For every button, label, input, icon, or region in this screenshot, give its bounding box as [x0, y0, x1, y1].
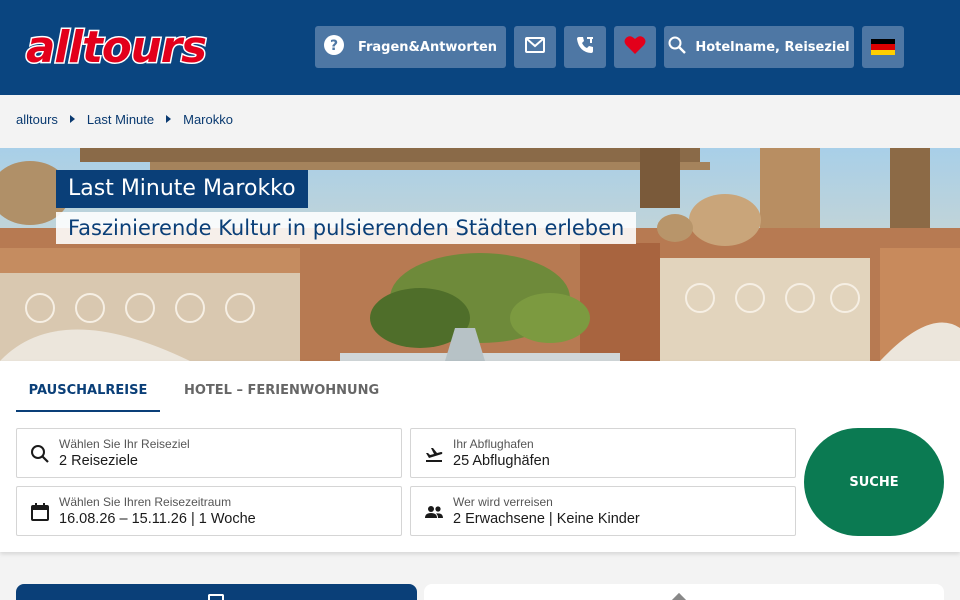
travellers-field[interactable]: Wer wird verreisen 2 Erwachsene | Keine … — [410, 486, 796, 536]
language-button[interactable] — [862, 26, 904, 68]
hotel-search-button[interactable]: Hotelname, Reiseziel — [664, 26, 854, 68]
hero-title: Last Minute Marokko — [56, 170, 308, 208]
phone-icon — [575, 35, 595, 59]
search-panel: PAUSCHALREISE HOTEL – FERIENWOHNUNG Wähl… — [0, 361, 960, 552]
search-icon — [668, 36, 687, 58]
destination-value: 2 Reiseziele — [59, 453, 138, 469]
svg-text:?: ? — [330, 38, 338, 54]
hero-image: Last Minute Marokko Faszinierende Kultur… — [0, 148, 960, 361]
suche-button[interactable]: SUCHE — [804, 428, 944, 536]
offer-card-hotel[interactable] — [424, 584, 944, 600]
logo-text: alltours — [26, 22, 206, 72]
suitcase-icon — [208, 594, 224, 600]
hero-subtitle: Faszinierende Kultur in pulsierenden Stä… — [56, 212, 637, 244]
alltours-logo[interactable]: alltours — [24, 22, 210, 72]
airport-field[interactable]: Ihr Abflughafen 25 Abflughäfen — [410, 428, 796, 478]
breadcrumb-separator-icon — [166, 115, 172, 123]
travel-dates-value: 16.08.26 – 15.11.26 | 1 Woche — [59, 511, 256, 527]
germany-flag-icon — [871, 39, 895, 55]
breadcrumb-item-marokko: Marokko — [183, 111, 233, 127]
travellers-label: Wer wird verreisen — [453, 495, 553, 509]
airport-label: Ihr Abflughafen — [453, 437, 534, 451]
hotel-search-label: Hotelname, Reiseziel — [695, 39, 850, 55]
mail-icon — [525, 37, 545, 57]
destination-field[interactable]: Wählen Sie Ihr Reiseziel 2 Reiseziele — [16, 428, 402, 478]
travel-dates-field[interactable]: Wählen Sie Ihren Reisezeitraum 16.08.26 … — [16, 486, 402, 536]
offer-card-pauschal[interactable] — [16, 584, 417, 600]
question-circle-icon: ? — [323, 35, 344, 59]
favorites-button[interactable] — [614, 26, 656, 68]
airport-value: 25 Abflughäfen — [453, 453, 550, 469]
building-icon — [671, 592, 687, 600]
travellers-value: 2 Erwachsene | Keine Kinder — [453, 511, 640, 527]
travel-dates-label: Wählen Sie Ihren Reisezeitraum — [59, 495, 232, 509]
search-icon — [30, 444, 50, 464]
heart-icon — [624, 35, 646, 59]
tab-hotel-ferienwohnung[interactable]: HOTEL – FERIENWOHNUNG — [184, 383, 379, 398]
breadcrumb-item-home[interactable]: alltours — [16, 112, 58, 127]
phone-button[interactable] — [564, 26, 606, 68]
mail-button[interactable] — [514, 26, 556, 68]
calendar-icon — [30, 502, 50, 522]
breadcrumb-item-last-minute[interactable]: Last Minute — [87, 112, 154, 127]
faq-button[interactable]: ? Fragen&Antworten — [315, 26, 506, 68]
faq-label: Fragen&Antworten — [357, 39, 498, 55]
breadcrumb: alltours Last Minute Marokko — [16, 110, 233, 128]
plane-departure-icon — [424, 444, 444, 464]
breadcrumb-separator-icon — [69, 115, 75, 123]
tab-pauschalreise[interactable]: PAUSCHALREISE — [16, 383, 160, 412]
site-header: alltours ? Fragen&Antworten Hotelname, R… — [0, 0, 960, 95]
people-icon — [424, 502, 444, 522]
destination-label: Wählen Sie Ihr Reiseziel — [59, 437, 190, 451]
